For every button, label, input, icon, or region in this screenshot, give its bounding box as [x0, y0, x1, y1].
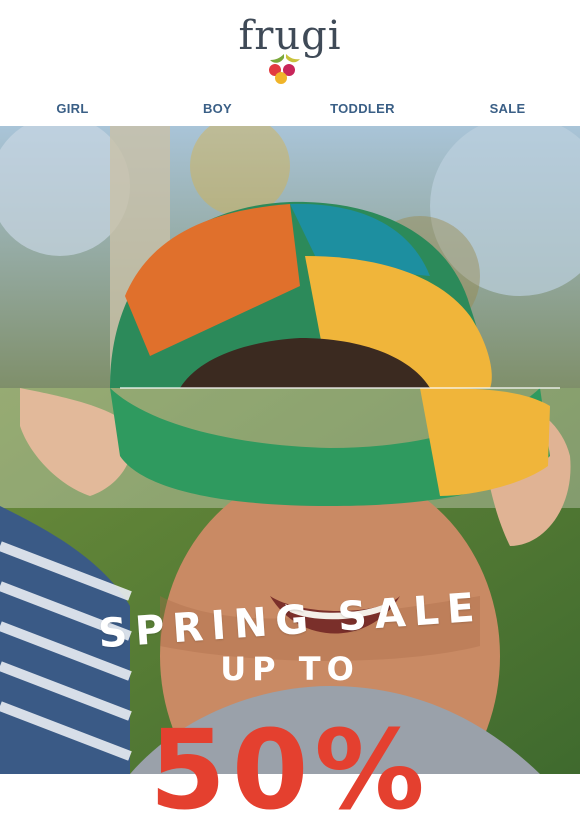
nav-item-boy[interactable]: BOY — [145, 96, 290, 125]
promo-discount-value: 50% — [149, 706, 431, 834]
nav-item-toddler[interactable]: TODDLER — [290, 96, 435, 125]
nav-item-sale[interactable]: SALE — [435, 96, 580, 125]
berries-logo-icon — [269, 54, 300, 84]
email-header: frugi — [0, 0, 580, 96]
category-nav: GIRL BOY TODDLER SALE — [0, 96, 580, 125]
promo-text: SPRING SALE UP TO — [0, 585, 580, 688]
promo-subline: UP TO — [220, 650, 360, 688]
promo-discount: 50% — [0, 715, 580, 825]
nav-item-girl[interactable]: GIRL — [0, 96, 145, 125]
